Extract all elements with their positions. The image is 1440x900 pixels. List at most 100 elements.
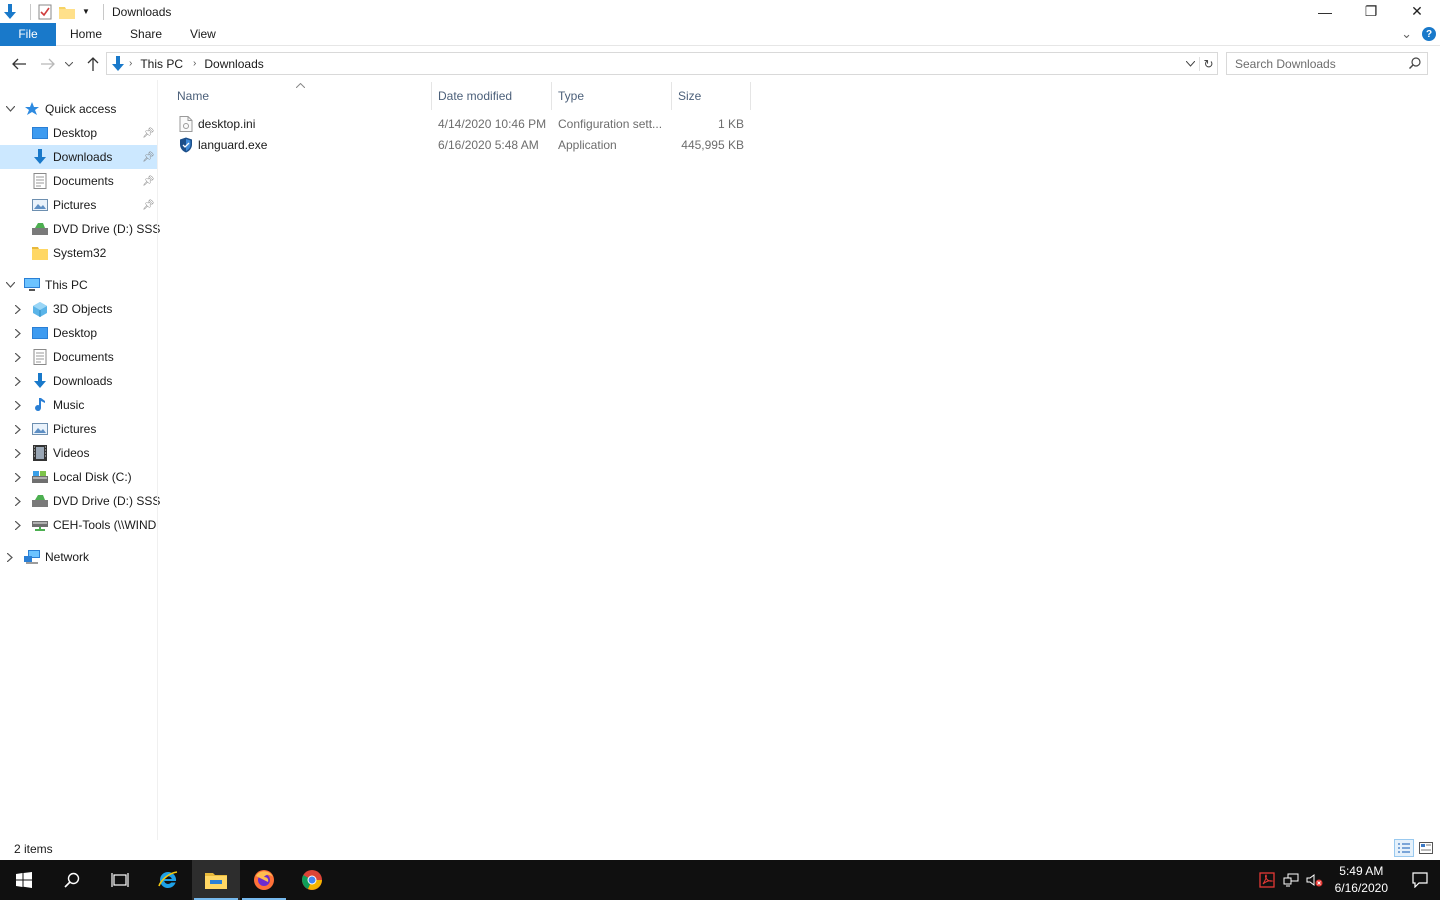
column-header-name[interactable]: Name [177,82,209,110]
chevron-right-icon[interactable] [12,303,24,315]
network-icon [24,549,40,565]
chevron-right-icon[interactable] [12,351,24,363]
breadcrumb-this-pc[interactable]: This PC [140,57,183,71]
column-header-date[interactable]: Date modified [438,82,512,110]
nav-pc-3d-objects[interactable]: 3D Objects [0,297,157,321]
refresh-icon[interactable]: ↻ [1199,56,1217,71]
column-divider[interactable] [671,82,672,110]
chrome-button[interactable] [288,860,336,900]
clock-date: 6/16/2020 [1334,881,1388,895]
nav-label: DVD Drive (D:) SSS_ [53,494,160,508]
nav-qa-downloads[interactable]: Downloads 📌︎ [0,145,157,169]
dvd-drive-icon [32,221,48,237]
start-button[interactable] [0,860,48,900]
chevron-right-icon[interactable] [12,495,24,507]
breadcrumb-separator-icon[interactable]: › [193,58,196,69]
nav-qa-dvd-drive[interactable]: DVD Drive (D:) SSS_ [0,217,160,241]
nav-pc-dvd-drive[interactable]: DVD Drive (D:) SSS_ [0,489,160,513]
chevron-right-icon[interactable] [4,551,16,563]
nav-network[interactable]: Network [0,545,157,569]
expand-ribbon-icon[interactable]: ⌄ [1401,26,1412,42]
sort-ascending-icon [295,80,306,90]
file-date: 4/14/2020 10:46 PM [438,116,547,131]
nav-label: DVD Drive (D:) SSS_ [53,222,160,236]
help-icon[interactable]: ? [1422,27,1436,41]
customize-toolbar-dropdown-icon[interactable]: ▼ [81,4,91,20]
back-button[interactable] [8,53,30,75]
chevron-right-icon[interactable] [12,519,24,531]
tab-home[interactable]: Home [56,23,116,46]
tab-view[interactable]: View [176,23,230,46]
address-bar[interactable]: › This PC › Downloads ↻ [106,52,1218,75]
column-divider[interactable] [750,82,751,110]
nav-qa-documents[interactable]: Documents 📌︎ [0,169,157,193]
status-bar: 2 items [0,838,1440,860]
breadcrumb-downloads[interactable]: Downloads [204,57,263,71]
file-date: 6/16/2020 5:48 AM [438,137,539,152]
details-view-icon[interactable] [1394,839,1414,857]
nav-pc-downloads[interactable]: Downloads [0,369,157,393]
chevron-right-icon[interactable] [12,471,24,483]
firefox-button[interactable] [240,860,288,900]
pdf-reader-tray-icon[interactable] [1255,860,1279,900]
column-divider[interactable] [551,82,552,110]
chevron-right-icon[interactable] [12,423,24,435]
chevron-down-icon[interactable] [4,103,16,115]
large-icons-view-icon[interactable] [1416,839,1436,857]
search-input[interactable] [1235,56,1405,71]
new-folder-icon[interactable] [59,4,75,20]
nav-pc-pictures[interactable]: Pictures [0,417,157,441]
nav-pc-videos[interactable]: Videos [0,441,157,465]
minimize-button[interactable]: — [1302,0,1348,23]
column-divider[interactable] [431,82,432,110]
forward-button[interactable] [37,53,59,75]
nav-pc-local-disk[interactable]: Local Disk (C:) [0,465,157,489]
search-icon[interactable] [1409,57,1421,72]
pin-icon[interactable]: 📌︎ [142,200,155,211]
properties-icon[interactable] [37,4,53,20]
search-box[interactable] [1226,52,1428,75]
nav-qa-system32[interactable]: System32 [0,241,157,265]
breadcrumb-separator-icon[interactable]: › [129,58,132,69]
address-history-dropdown-icon[interactable] [1181,60,1199,67]
tab-file[interactable]: File [0,22,56,46]
volume-muted-icon[interactable] [1303,860,1327,900]
pin-icon[interactable]: 📌︎ [142,128,155,139]
restore-button[interactable]: ❐ [1348,0,1394,23]
chevron-right-icon[interactable] [12,447,24,459]
file-list: Name Date modified Type Size desktop.ini… [170,80,1440,840]
nav-label: System32 [53,246,107,260]
nav-pc-ceh-tools[interactable]: CEH-Tools (\\WIND [0,513,157,537]
internet-explorer-button[interactable] [144,860,192,900]
nav-quick-access[interactable]: Quick access [0,97,157,121]
network-tray-icon[interactable] [1279,860,1303,900]
task-view-button[interactable] [96,860,144,900]
table-row[interactable]: languard.exe 6/16/2020 5:48 AM Applicati… [170,134,750,155]
nav-pane-divider[interactable] [157,80,158,840]
search-taskbar-button[interactable] [48,860,96,900]
downloads-icon[interactable] [2,3,18,20]
recent-locations-dropdown[interactable] [61,53,77,75]
file-explorer-button[interactable] [192,860,240,900]
nav-pc-documents[interactable]: Documents [0,345,157,369]
pin-icon[interactable]: 📌︎ [142,152,155,163]
nav-this-pc[interactable]: This PC [0,273,157,297]
nav-pc-music[interactable]: Music [0,393,157,417]
column-header-type[interactable]: Type [558,82,584,110]
nav-qa-pictures[interactable]: Pictures 📌︎ [0,193,157,217]
nav-qa-desktop[interactable]: Desktop 📌︎ [0,121,157,145]
table-row[interactable]: desktop.ini 4/14/2020 10:46 PM Configura… [170,113,750,134]
up-button[interactable] [82,53,104,75]
column-header-size[interactable]: Size [678,82,701,110]
action-center-icon[interactable] [1400,860,1440,900]
pin-icon[interactable]: 📌︎ [142,176,155,187]
tab-share[interactable]: Share [116,23,176,46]
nav-pc-desktop[interactable]: Desktop [0,321,157,345]
nav-label: Downloads [53,374,113,388]
chevron-down-icon[interactable] [4,279,16,291]
close-button[interactable]: ✕ [1394,0,1440,23]
clock[interactable]: 5:49 AM 6/16/2020 [1327,863,1400,897]
chevron-right-icon[interactable] [12,399,24,411]
chevron-right-icon[interactable] [12,375,24,387]
chevron-right-icon[interactable] [12,327,24,339]
